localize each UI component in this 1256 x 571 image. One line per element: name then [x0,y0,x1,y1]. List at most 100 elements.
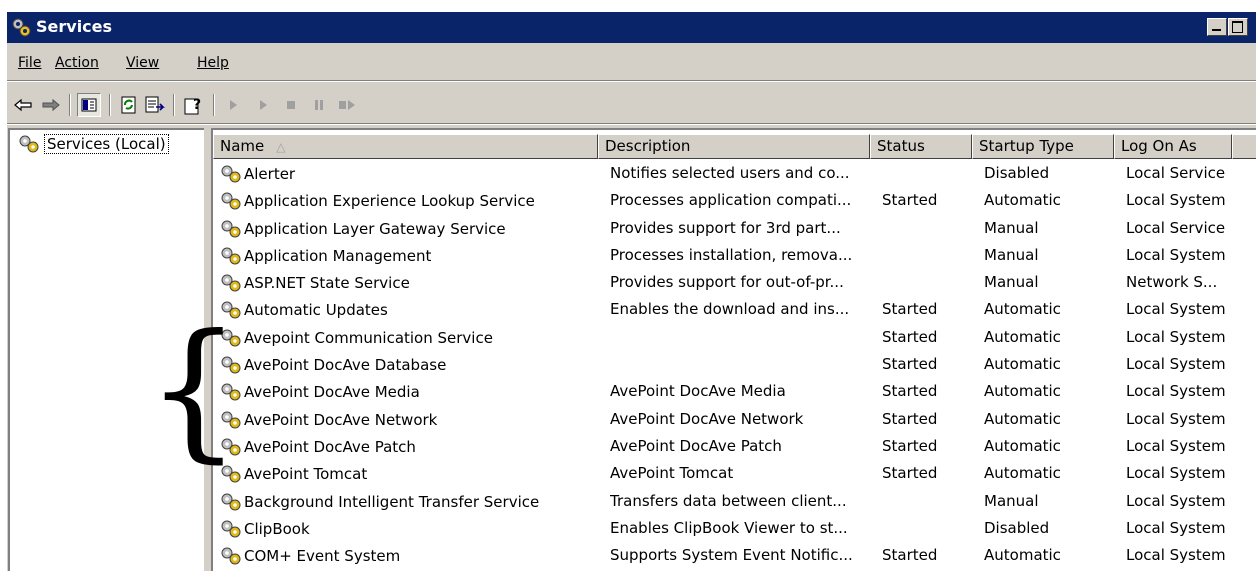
column-header-description[interactable]: Description [598,134,870,159]
table-row[interactable]: AvePoint Tomcat AvePoint Tomcat Started Aut… [213,460,1256,487]
service-description: AvePoint DocAve Media [610,382,786,401]
service-startup-type: Automatic [984,327,1061,346]
start-service-alt-button[interactable] [251,93,275,117]
service-status: Started [882,191,938,210]
table-row[interactable]: Avepoint Communication Service Started Aut… [213,324,1256,351]
service-name: COM+ Event System [244,547,401,566]
table-row[interactable]: Alerter Notifies selected users and co...… [213,160,1256,187]
sort-ascending-icon: △ [276,140,286,154]
service-name-cell: Avepoint Communication Service [220,328,595,348]
service-name: AvePoint DocAve Patch [244,437,416,456]
service-description: Provides support for 3rd part... [610,218,841,237]
column-header-startup-type[interactable]: Startup Type [972,134,1114,159]
services-window: Services File Action View Help ? Service… [7,12,1256,571]
menu-action[interactable]: Action [55,55,99,71]
export-list-icon [145,96,165,113]
service-description: Transfers data between client... [610,491,847,510]
maximize-button[interactable] [1228,18,1248,36]
service-description: Processes application compati... [610,191,852,210]
title-bar[interactable]: Services [7,12,1256,43]
service-startup-type: Disabled [984,164,1050,182]
service-description: Notifies selected users and co... [610,164,850,182]
service-startup-type: Automatic [984,464,1061,483]
console-tree-icon [81,98,97,112]
table-row[interactable]: Application Experience Lookup Service Pro… [213,187,1256,214]
pause-service-button[interactable] [307,93,331,117]
column-header-name[interactable]: Name △ [213,134,598,159]
service-log-on-as: Local System [1126,327,1226,346]
service-startup-type: Automatic [984,355,1061,374]
minimize-button[interactable] [1207,18,1227,36]
menu-view-label: View [126,55,160,71]
service-startup-type: Manual [984,245,1039,264]
service-startup-type: Manual [984,218,1039,237]
service-name-cell: Automatic Updates [220,300,595,320]
service-log-on-as: Local System [1126,491,1226,510]
tree-item-services-local[interactable]: Services (Local) [18,134,169,154]
table-row[interactable]: Automatic Updates Enables the download an… [213,296,1256,323]
service-status: Started [882,382,938,401]
service-name-cell: Application Layer Gateway Service [220,219,595,239]
toolbar-separator [109,94,111,116]
service-status: Started [882,436,938,455]
export-list-button[interactable] [143,93,167,117]
service-name-cell: AvePoint DocAve Database [220,355,595,375]
column-header-log-on-as[interactable]: Log On As [1114,134,1232,159]
play-icon [230,100,237,110]
service-gear-icon [221,493,241,511]
service-status: Started [882,464,938,483]
service-name-cell: AvePoint DocAve Patch [220,437,595,457]
service-log-on-as: Local System [1126,464,1226,483]
pause-icon [315,100,323,110]
services-gear-icon [12,18,31,37]
table-row[interactable]: Application Layer Gateway Service Provide… [213,215,1256,242]
service-description: Enables ClipBook Viewer to st... [610,518,848,537]
service-description: Provides support for out-of-pr... [610,273,844,292]
table-row[interactable]: AvePoint DocAve Media AvePoint DocAve Med… [213,378,1256,405]
table-row[interactable]: AvePoint DocAve Patch AvePoint DocAve Pat… [213,433,1256,460]
service-name-cell: Alerter [220,164,595,184]
service-log-on-as: Local System [1126,245,1226,264]
menu-action-label: Action [55,55,99,71]
table-row[interactable]: AvePoint DocAve Database Started Automatic… [213,351,1256,378]
service-name: AvePoint DocAve Database [244,356,447,375]
service-description: AvePoint DocAve Patch [610,436,782,455]
menu-help-label: Help [197,55,229,71]
window-title: Services [36,17,113,36]
back-arrow-icon [14,98,32,112]
menu-help[interactable]: Help [197,55,229,71]
service-name: Application Experience Lookup Service [244,192,535,211]
table-row[interactable]: ASP.NET State Service Provides support fo… [213,269,1256,296]
refresh-button[interactable] [117,93,141,117]
service-log-on-as: Local System [1126,436,1226,455]
service-gear-icon [221,274,241,292]
show-hide-console-tree-button[interactable] [77,93,101,117]
column-header-status[interactable]: Status [870,134,972,159]
restart-service-button[interactable] [335,93,359,117]
table-row[interactable]: Application Management Processes installa… [213,242,1256,269]
service-name-cell: AvePoint DocAve Media [220,382,595,402]
forward-button[interactable] [39,93,63,117]
stop-service-button[interactable] [279,93,303,117]
forward-arrow-icon [42,98,60,112]
table-row[interactable]: AvePoint DocAve Network AvePoint DocAve N… [213,406,1256,433]
properties-help-button[interactable]: ? [182,93,206,117]
menu-file[interactable]: File [18,55,41,71]
column-header-label: Log On As [1121,137,1197,155]
table-row[interactable]: Background Intelligent Transfer Service T… [213,488,1256,515]
screen-top-margin [0,0,1256,12]
service-log-on-as: Local System [1126,355,1226,374]
service-name: ClipBook [244,519,310,538]
play-icon [260,100,267,110]
service-name: AvePoint Tomcat [244,465,368,484]
back-button[interactable] [11,93,35,117]
menu-view[interactable]: View [126,55,159,71]
service-log-on-as: Local System [1126,191,1226,210]
service-name-cell: Background Intelligent Transfer Service [220,492,595,512]
start-service-button[interactable] [221,93,245,117]
table-row[interactable]: ClipBook Enables ClipBook Viewer to st...… [213,515,1256,542]
menu-bar: File Action View Help [7,49,1256,77]
service-name-cell: AvePoint DocAve Network [220,410,595,430]
table-row[interactable]: COM+ Event System Supports System Event N… [213,542,1256,569]
service-name: AvePoint DocAve Network [244,410,438,429]
